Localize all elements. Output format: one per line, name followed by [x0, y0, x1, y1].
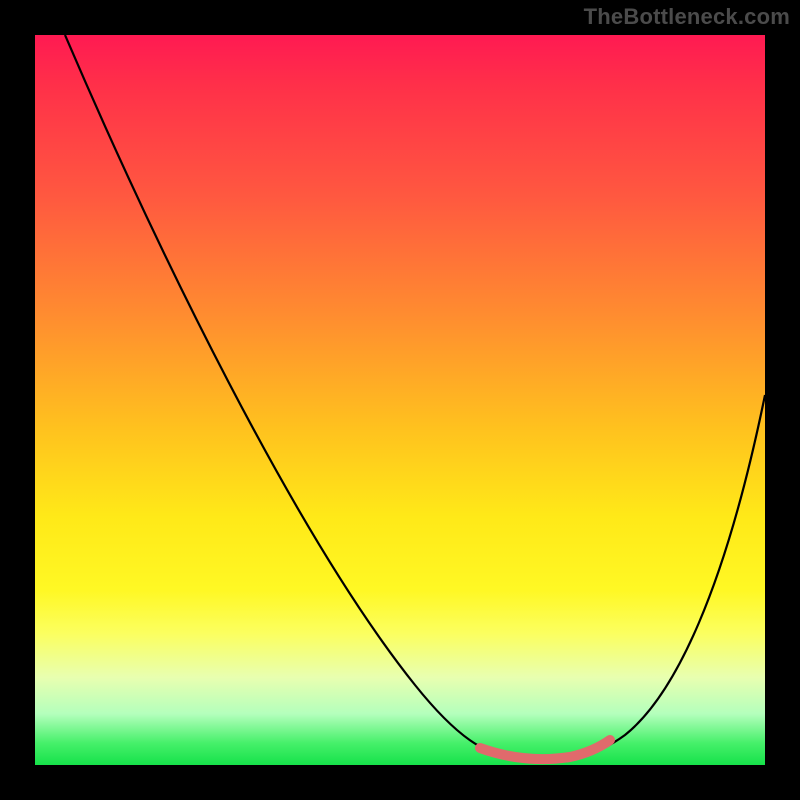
bottleneck-curve-svg [35, 35, 765, 765]
watermark-text: TheBottleneck.com [584, 4, 790, 30]
plot-area [35, 35, 765, 765]
bottleneck-curve-line [65, 35, 765, 761]
chart-frame: TheBottleneck.com [0, 0, 800, 800]
optimal-range-highlight [480, 740, 610, 759]
